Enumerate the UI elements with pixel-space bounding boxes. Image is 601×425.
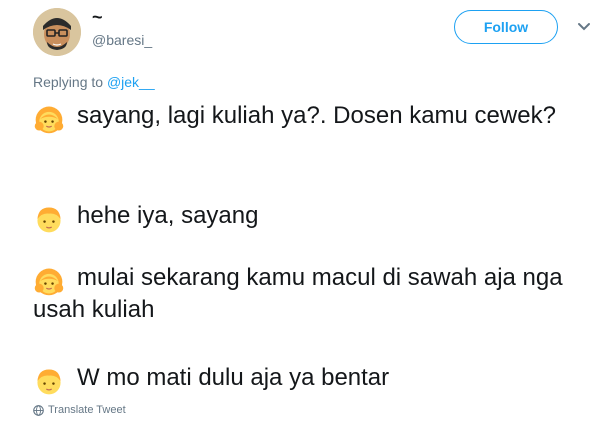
globe-icon: [33, 404, 44, 416]
tweet-line: hehe iya, sayang: [33, 200, 593, 233]
translate-tweet-link[interactable]: Translate Tweet: [33, 404, 126, 416]
tweet-line-text: mulai sekarang kamu macul di sawah aja n…: [33, 264, 563, 323]
tweet-line-text: sayang, lagi kuliah ya?. Dosen kamu cewe…: [77, 102, 556, 129]
tweet-line-text: hehe iya, sayang: [77, 202, 259, 229]
replying-to: Replying to @jek__: [33, 74, 155, 90]
girl-emoji-icon: [34, 268, 64, 296]
tweet-line: W mo mati dulu aja ya bentar: [33, 362, 593, 395]
avatar-face-icon: [33, 8, 81, 56]
tweet-line: sayang, lagi kuliah ya?. Dosen kamu cewe…: [33, 100, 593, 134]
tweet-line: mulai sekarang kamu macul di sawah aja n…: [33, 262, 593, 326]
avatar[interactable]: [33, 8, 81, 56]
user-handle[interactable]: @baresi_: [92, 32, 152, 48]
chevron-down-icon[interactable]: [577, 22, 591, 32]
tweet-line-text: W mo mati dulu aja ya bentar: [77, 364, 390, 391]
tweet: ~ @baresi_ Follow Replying to @jek__ say…: [0, 0, 601, 425]
boy-emoji-icon: [37, 369, 61, 395]
translate-label: Translate Tweet: [48, 404, 126, 416]
boy-emoji-icon: [37, 207, 61, 233]
girl-emoji-icon: [34, 106, 64, 134]
display-name[interactable]: ~: [92, 8, 103, 26]
reply-mention-link[interactable]: @jek__: [107, 74, 155, 90]
follow-button[interactable]: Follow: [454, 10, 558, 44]
replying-prefix: Replying to: [33, 74, 107, 90]
